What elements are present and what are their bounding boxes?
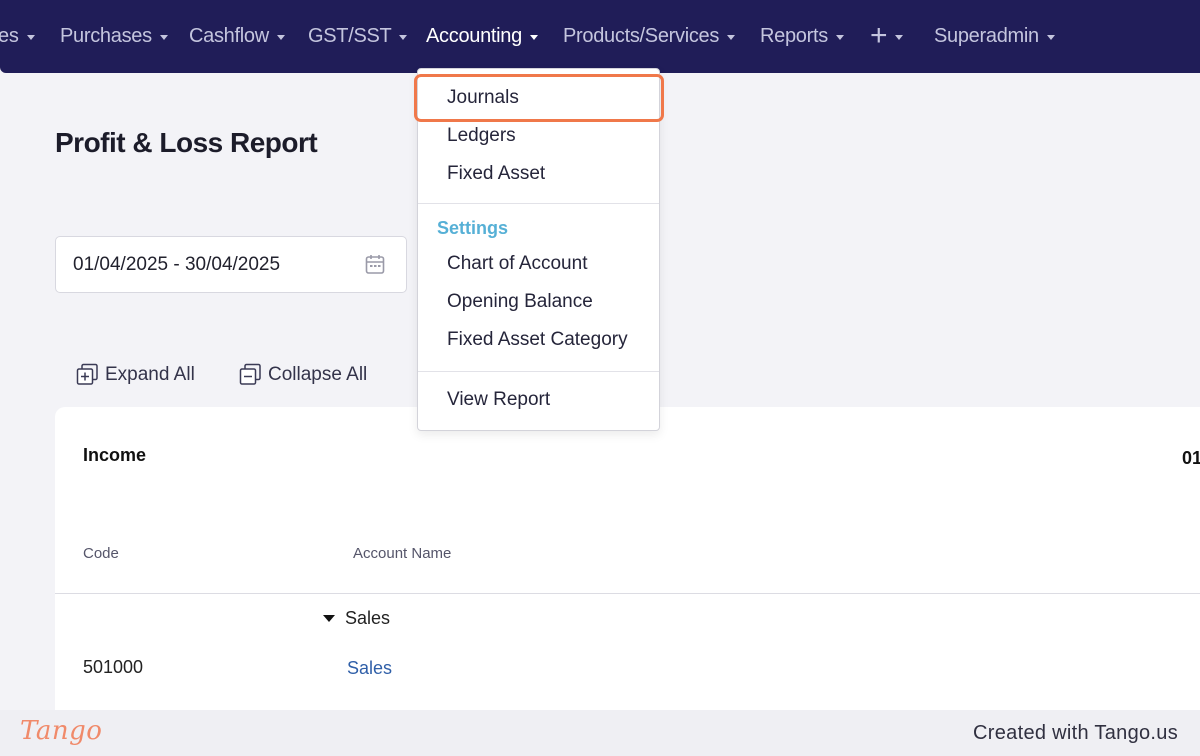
journals-highlight-box	[414, 74, 664, 122]
nav-label: es	[0, 24, 19, 47]
menu-section-settings: Settings	[437, 218, 509, 238]
plus-icon: +	[870, 19, 888, 52]
row-code: 501000	[83, 657, 144, 677]
nav-item-products-services[interactable]: Products/Services	[563, 22, 736, 50]
menu-item-opening-balance[interactable]: Opening Balance	[447, 291, 593, 313]
chevron-down-icon	[399, 34, 408, 40]
collapse-icon	[239, 363, 261, 385]
accounting-dropdown-menu: Journals Ledgers Fixed Asset Settings Ch…	[417, 68, 660, 431]
caret-down-icon[interactable]	[323, 615, 335, 622]
menu-item-ledgers[interactable]: Ledgers	[447, 125, 516, 147]
collapse-all-label: Collapse All	[268, 363, 368, 385]
nav-item-reports[interactable]: Reports	[760, 22, 844, 50]
expand-icon	[76, 363, 98, 385]
nav-item-accounting[interactable]: Accounting	[426, 22, 538, 50]
menu-divider	[418, 203, 659, 204]
nav-item-sales[interactable]: es	[0, 22, 35, 50]
report-table-card: Income 01 Code Account Name Sales 501000…	[55, 407, 1200, 717]
column-header-code: Code	[83, 545, 119, 562]
footer-credit: Created with Tango.us	[973, 722, 1178, 744]
nav-item-superadmin[interactable]: Superadmin	[934, 22, 1055, 50]
chevron-down-icon	[276, 34, 285, 40]
chevron-down-icon	[895, 34, 904, 40]
date-range-value: 01/04/2025 - 30/04/2025	[73, 253, 281, 275]
tango-logo: Tango	[20, 716, 103, 746]
nav-label: Products/Services	[563, 24, 720, 47]
nav-label: Reports	[760, 24, 828, 47]
chevron-down-icon	[159, 34, 168, 40]
chevron-down-icon	[1046, 34, 1055, 40]
chevron-down-icon	[727, 34, 736, 40]
page-title: Profit & Loss Report	[55, 127, 318, 158]
group-label: Sales	[345, 608, 391, 628]
menu-item-fixed-asset-category[interactable]: Fixed Asset Category	[447, 329, 628, 351]
date-range-input[interactable]: 01/04/2025 - 30/04/2025	[55, 236, 407, 293]
menu-item-fixed-asset[interactable]: Fixed Asset	[447, 163, 545, 185]
menu-item-chart-of-account[interactable]: Chart of Account	[447, 253, 587, 275]
nav-label: Purchases	[60, 24, 152, 47]
menu-item-view-report[interactable]: View Report	[447, 389, 550, 411]
nav-label: Accounting	[426, 24, 522, 47]
collapse-all-button[interactable]: Collapse All	[239, 363, 367, 386]
row-account-link[interactable]: Sales	[347, 658, 392, 679]
chevron-down-icon	[835, 34, 844, 40]
nav-item-cashflow[interactable]: Cashflow	[189, 22, 285, 50]
group-row-sales[interactable]: Sales	[323, 608, 390, 629]
tango-footer: Tango Created with Tango.us	[0, 710, 1200, 756]
table-divider	[55, 593, 1200, 594]
expand-all-label: Expand All	[105, 363, 195, 385]
nav-item-purchases[interactable]: Purchases	[60, 22, 168, 50]
top-navbar: es Purchases Cashflow GST/SST Accounting…	[0, 0, 1200, 73]
nav-label: GST/SST	[308, 24, 392, 47]
nav-item-quick-add[interactable]: +	[870, 19, 904, 52]
nav-label: Superadmin	[934, 24, 1039, 47]
nav-item-gst-sst[interactable]: GST/SST	[308, 22, 408, 50]
menu-divider	[418, 371, 659, 372]
income-section-title: Income	[83, 445, 147, 465]
period-column-header: 01	[1182, 448, 1200, 468]
calendar-icon[interactable]	[365, 254, 385, 281]
expand-all-button[interactable]: Expand All	[76, 363, 195, 386]
column-header-account-name: Account Name	[353, 545, 452, 562]
chevron-down-icon	[26, 34, 35, 40]
nav-label: Cashflow	[189, 24, 269, 47]
chevron-down-icon	[529, 34, 538, 40]
